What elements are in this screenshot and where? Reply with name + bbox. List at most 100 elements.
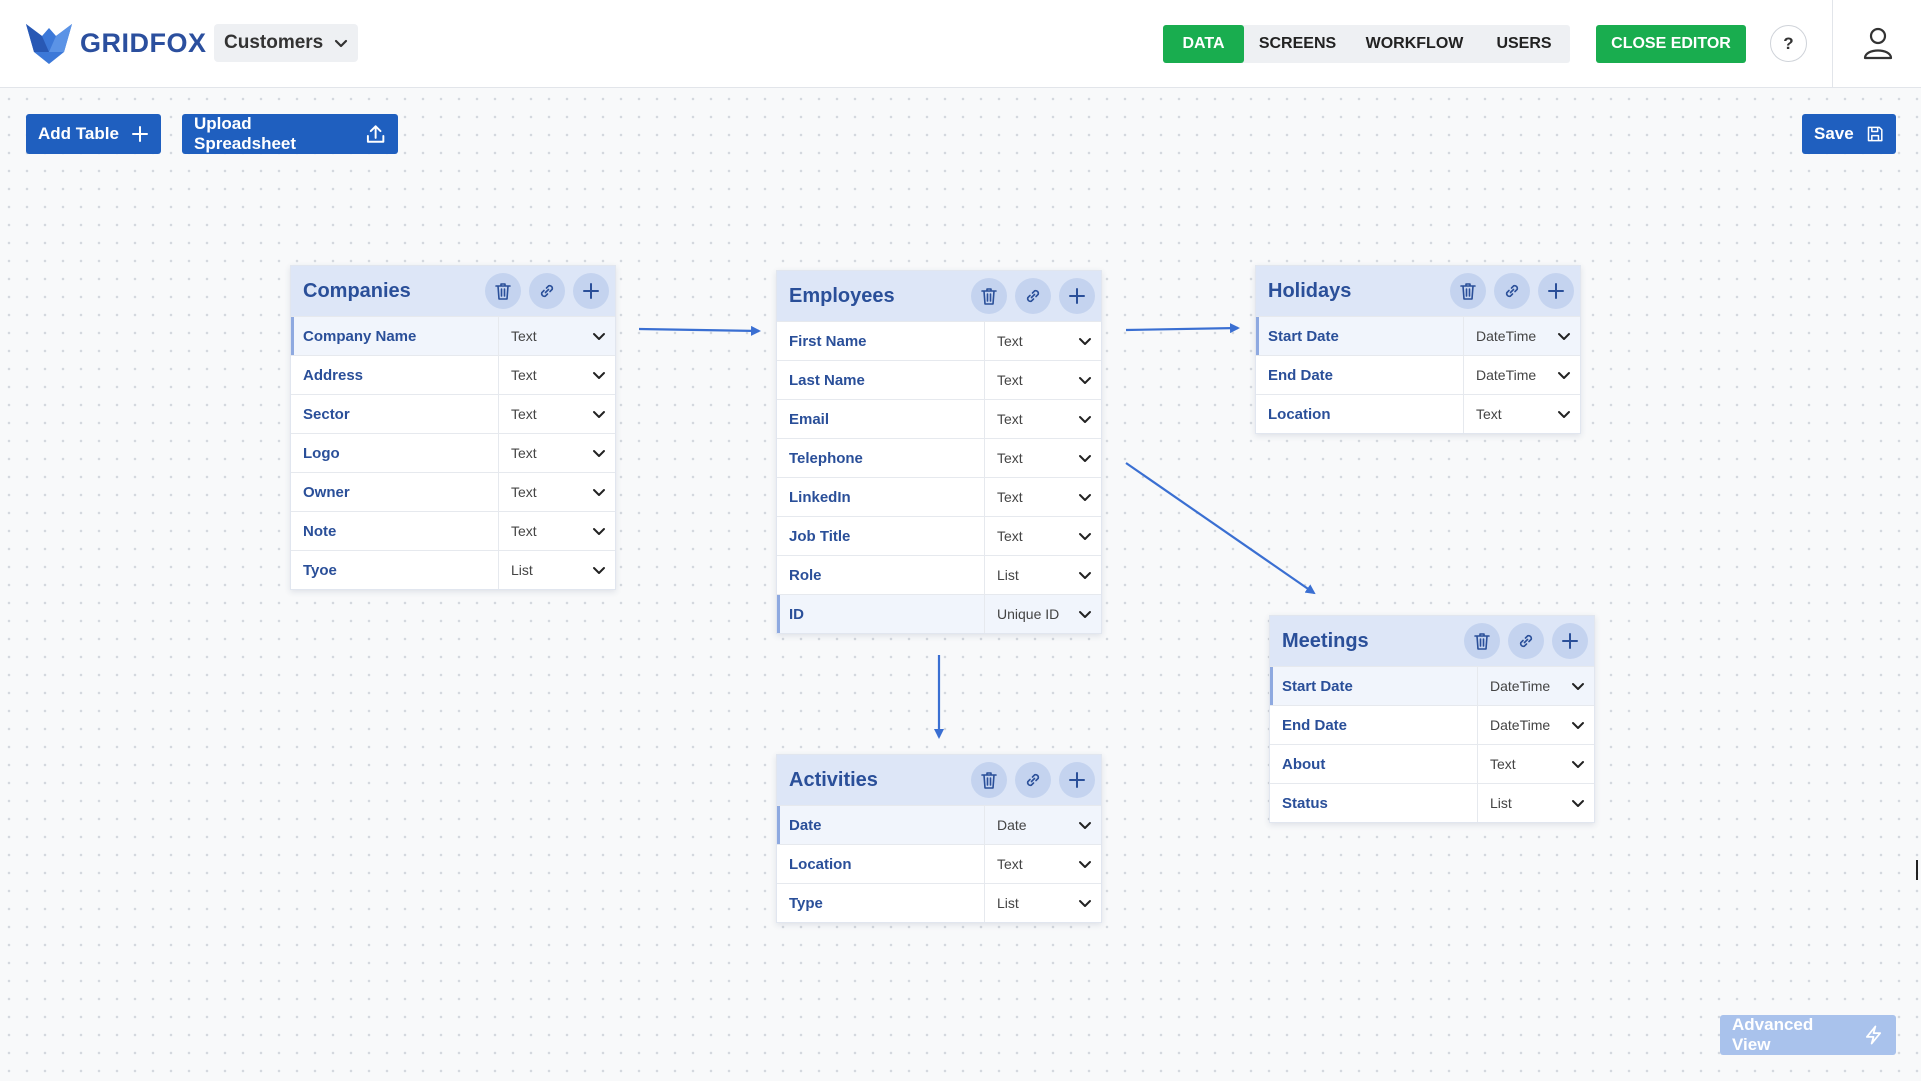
field-type-select[interactable]: Unique ID xyxy=(985,595,1101,633)
add-field-button[interactable] xyxy=(1059,278,1095,314)
save-button[interactable]: Save xyxy=(1802,114,1896,154)
field-type-select[interactable]: List xyxy=(1478,784,1594,822)
field-row[interactable]: Status List xyxy=(1270,783,1594,822)
field-row[interactable]: Last Name Text xyxy=(777,360,1101,399)
tab-screens[interactable]: SCREENS xyxy=(1244,25,1351,63)
delete-table-button[interactable] xyxy=(971,278,1007,314)
field-name[interactable]: Location xyxy=(777,845,985,883)
table-card-activities[interactable]: Activities Date Date Location Text Type Lis… xyxy=(776,754,1102,923)
field-type-select[interactable]: Text xyxy=(985,361,1101,399)
close-editor-button[interactable]: CLOSE EDITOR xyxy=(1596,25,1746,63)
field-name[interactable]: Status xyxy=(1270,784,1478,822)
field-type-select[interactable]: Text xyxy=(1464,395,1580,433)
field-type-select[interactable]: DateTime xyxy=(1464,356,1580,394)
field-type-select[interactable]: Text xyxy=(499,317,615,355)
user-icon[interactable] xyxy=(1862,26,1894,60)
logo[interactable]: GRIDFOX xyxy=(26,22,207,64)
field-row[interactable]: Start Date DateTime xyxy=(1256,316,1580,355)
field-type-select[interactable]: Text xyxy=(499,395,615,433)
field-type-select[interactable]: Text xyxy=(985,478,1101,516)
add-field-button[interactable] xyxy=(1552,623,1588,659)
table-card-employees[interactable]: Employees First Name Text Last Name Text E… xyxy=(776,270,1102,634)
table-card-companies[interactable]: Companies Company Name Text Address Text S… xyxy=(290,265,616,590)
field-row[interactable]: LinkedIn Text xyxy=(777,477,1101,516)
table-card-meetings[interactable]: Meetings Start Date DateTime End Date Date… xyxy=(1269,615,1595,823)
field-name[interactable]: About xyxy=(1270,745,1478,783)
field-type-select[interactable]: List xyxy=(985,556,1101,594)
field-name[interactable]: Note xyxy=(291,512,499,550)
field-row[interactable]: First Name Text xyxy=(777,321,1101,360)
link-table-button[interactable] xyxy=(1494,273,1530,309)
field-type-select[interactable]: DateTime xyxy=(1478,667,1594,705)
field-row[interactable]: Note Text xyxy=(291,511,615,550)
project-select[interactable]: Customers xyxy=(214,24,358,62)
field-name[interactable]: Last Name xyxy=(777,361,985,399)
field-name[interactable]: Date xyxy=(777,806,985,844)
field-type-select[interactable]: Text xyxy=(499,473,615,511)
field-type-select[interactable]: Text xyxy=(499,434,615,472)
field-type-select[interactable]: Text xyxy=(985,439,1101,477)
field-row[interactable]: Email Text xyxy=(777,399,1101,438)
field-row[interactable]: Address Text xyxy=(291,355,615,394)
field-name[interactable]: Company Name xyxy=(291,317,499,355)
field-row[interactable]: Location Text xyxy=(1256,394,1580,433)
link-table-button[interactable] xyxy=(1015,278,1051,314)
delete-table-button[interactable] xyxy=(971,762,1007,798)
help-button[interactable]: ? xyxy=(1770,25,1807,62)
link-table-button[interactable] xyxy=(529,273,565,309)
field-row[interactable]: Sector Text xyxy=(291,394,615,433)
tab-workflow[interactable]: WORKFLOW xyxy=(1351,25,1478,63)
field-type-select[interactable]: DateTime xyxy=(1478,706,1594,744)
field-row[interactable]: Role List xyxy=(777,555,1101,594)
field-name[interactable]: Role xyxy=(777,556,985,594)
field-type-select[interactable]: List xyxy=(985,884,1101,922)
field-row[interactable]: Telephone Text xyxy=(777,438,1101,477)
field-type-select[interactable]: Text xyxy=(499,512,615,550)
delete-table-button[interactable] xyxy=(1450,273,1486,309)
field-name[interactable]: ID xyxy=(777,595,985,633)
advanced-view-button[interactable]: Advanced View xyxy=(1720,1015,1896,1055)
field-type-select[interactable]: Text xyxy=(985,517,1101,555)
field-name[interactable]: First Name xyxy=(777,322,985,360)
field-name[interactable]: Address xyxy=(291,356,499,394)
field-type-select[interactable]: Text xyxy=(985,322,1101,360)
field-name[interactable]: Job Title xyxy=(777,517,985,555)
field-name[interactable]: Tyoe xyxy=(291,551,499,589)
field-row[interactable]: End Date DateTime xyxy=(1256,355,1580,394)
field-type-select[interactable]: Text xyxy=(1478,745,1594,783)
field-name[interactable]: LinkedIn xyxy=(777,478,985,516)
field-row[interactable]: Job Title Text xyxy=(777,516,1101,555)
field-name[interactable]: Sector xyxy=(291,395,499,433)
field-name[interactable]: Owner xyxy=(291,473,499,511)
field-type-select[interactable]: Text xyxy=(985,845,1101,883)
field-type-select[interactable]: DateTime xyxy=(1464,317,1580,355)
field-type-select[interactable]: List xyxy=(499,551,615,589)
field-type-select[interactable]: Date xyxy=(985,806,1101,844)
field-row[interactable]: Start Date DateTime xyxy=(1270,666,1594,705)
field-name[interactable]: Start Date xyxy=(1256,317,1464,355)
field-row[interactable]: Tyoe List xyxy=(291,550,615,589)
upload-spreadsheet-button[interactable]: Upload Spreadsheet xyxy=(182,114,398,154)
field-row[interactable]: Type List xyxy=(777,883,1101,922)
add-field-button[interactable] xyxy=(1059,762,1095,798)
field-name[interactable]: Logo xyxy=(291,434,499,472)
tab-data[interactable]: DATA xyxy=(1163,25,1244,63)
field-name[interactable]: Location xyxy=(1256,395,1464,433)
link-table-button[interactable] xyxy=(1015,762,1051,798)
link-table-button[interactable] xyxy=(1508,623,1544,659)
field-type-select[interactable]: Text xyxy=(985,400,1101,438)
field-row[interactable]: End Date DateTime xyxy=(1270,705,1594,744)
field-name[interactable]: Start Date xyxy=(1270,667,1478,705)
field-row[interactable]: Logo Text xyxy=(291,433,615,472)
field-row[interactable]: Date Date xyxy=(777,805,1101,844)
field-row[interactable]: Owner Text xyxy=(291,472,615,511)
delete-table-button[interactable] xyxy=(485,273,521,309)
field-name[interactable]: End Date xyxy=(1256,356,1464,394)
add-table-button[interactable]: Add Table xyxy=(26,114,161,154)
delete-table-button[interactable] xyxy=(1464,623,1500,659)
field-row[interactable]: ID Unique ID xyxy=(777,594,1101,633)
field-name[interactable]: Telephone xyxy=(777,439,985,477)
field-row[interactable]: About Text xyxy=(1270,744,1594,783)
field-row[interactable]: Location Text xyxy=(777,844,1101,883)
field-type-select[interactable]: Text xyxy=(499,356,615,394)
